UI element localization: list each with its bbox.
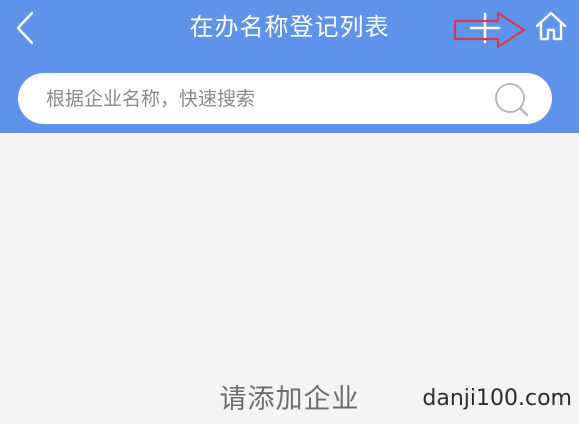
empty-state-message: 请添加企业	[219, 384, 360, 415]
page-title: 在办名称登记列表	[189, 13, 390, 41]
search-input[interactable]	[46, 73, 486, 124]
nav-bar: 在办名称登记列表	[0, 0, 579, 56]
plus-icon	[469, 12, 501, 44]
home-icon	[535, 11, 567, 41]
back-button[interactable]	[0, 0, 50, 56]
home-button[interactable]	[528, 4, 574, 48]
app-header: 在办名称登记列表	[0, 0, 579, 133]
add-button[interactable]	[462, 6, 508, 50]
search-bar[interactable]	[18, 73, 552, 124]
search-icon[interactable]	[492, 80, 530, 118]
chevron-left-icon	[16, 11, 34, 45]
